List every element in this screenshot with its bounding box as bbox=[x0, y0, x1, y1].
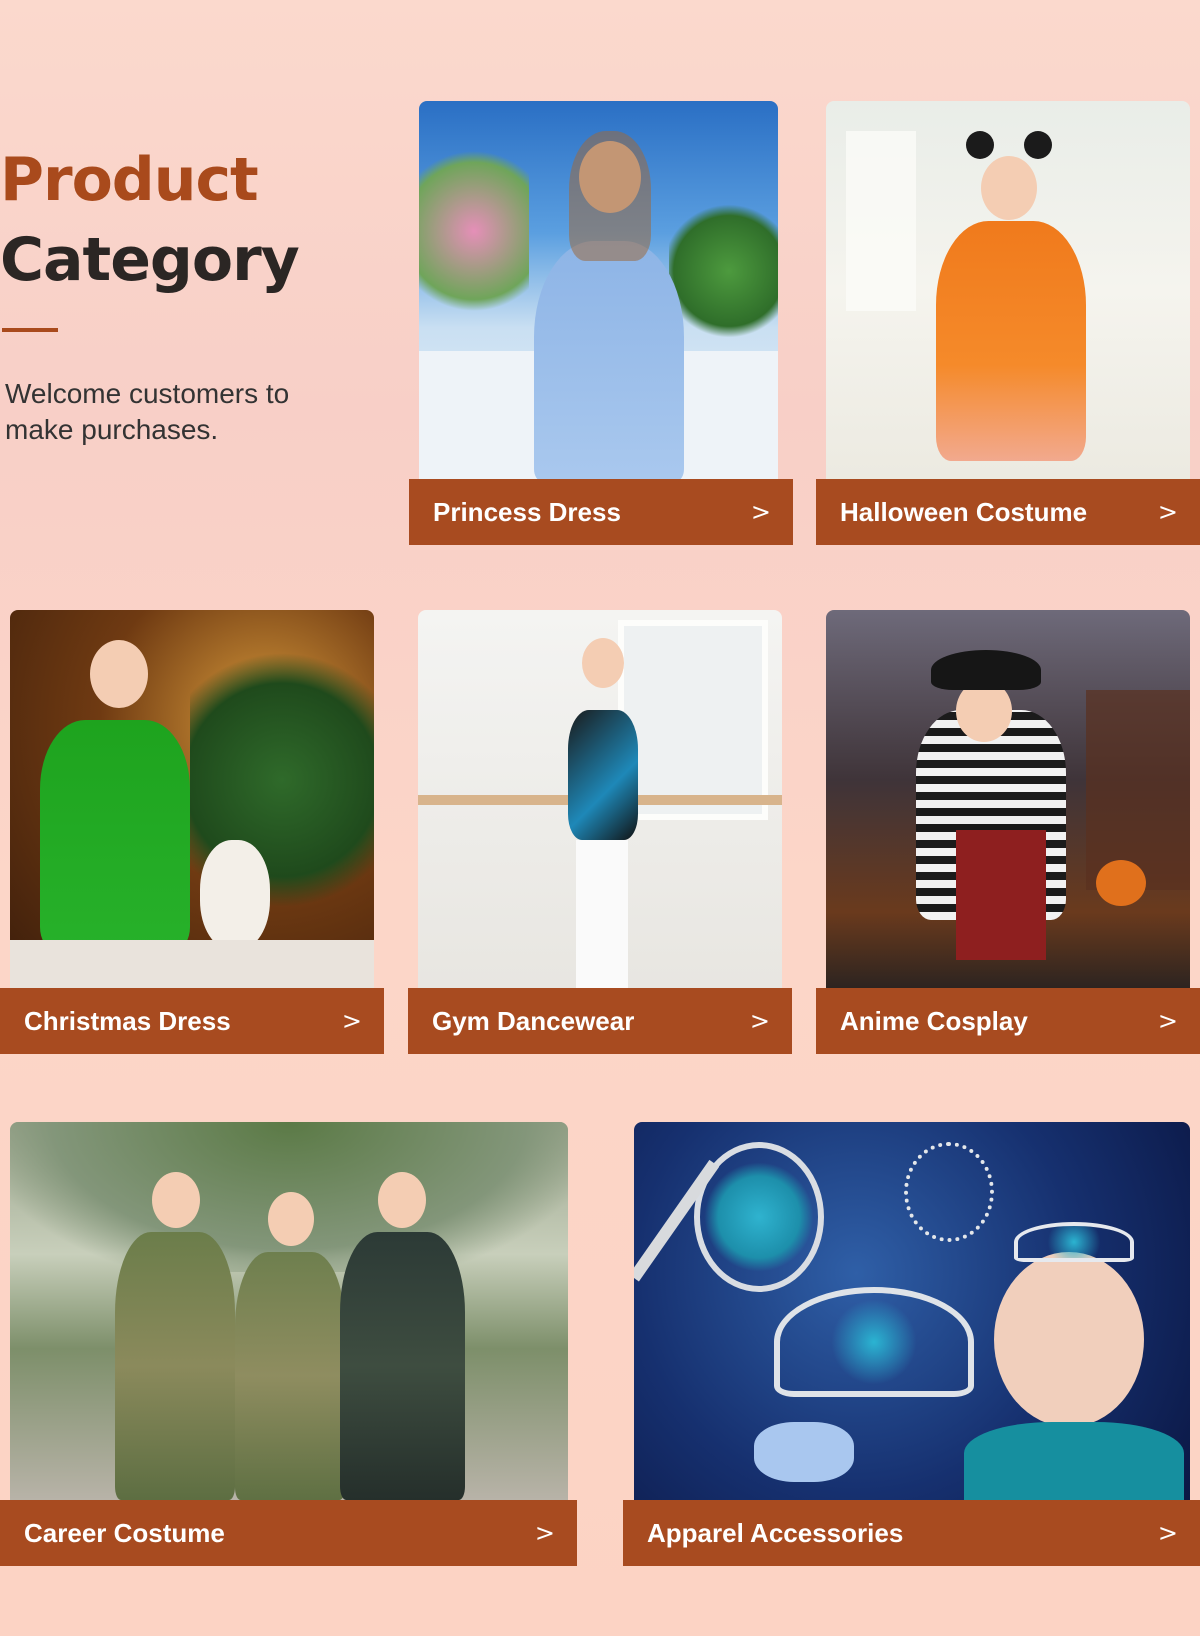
anime-cosplay-bar[interactable]: Anime Cosplay > bbox=[816, 988, 1200, 1054]
gym-dancewear-label: Gym Dancewear bbox=[432, 1005, 635, 1036]
halloween-costume-photo[interactable] bbox=[826, 101, 1190, 479]
chevron-right-icon: > bbox=[534, 1519, 555, 1547]
welcome-subtitle: Welcome customers to make purchases. bbox=[5, 378, 290, 445]
title-category: Category bbox=[0, 225, 300, 295]
category-heading: Product Category Welcome customers to ma… bbox=[0, 140, 380, 448]
gym-dancewear-photo[interactable] bbox=[418, 610, 782, 988]
gym-dancewear-bar[interactable]: Gym Dancewear > bbox=[408, 988, 792, 1054]
title-underline bbox=[2, 328, 58, 332]
chevron-right-icon: > bbox=[341, 1007, 362, 1035]
chevron-right-icon: > bbox=[1157, 1007, 1178, 1035]
anime-cosplay-photo[interactable] bbox=[826, 610, 1190, 988]
christmas-dress-label: Christmas Dress bbox=[24, 1005, 231, 1036]
title-product: Product bbox=[0, 145, 259, 215]
career-costume-photo[interactable] bbox=[10, 1122, 568, 1500]
apparel-accessories-photo[interactable] bbox=[634, 1122, 1190, 1500]
chevron-right-icon: > bbox=[1157, 498, 1178, 526]
halloween-costume-bar[interactable]: Halloween Costume > bbox=[816, 479, 1200, 545]
apparel-accessories-label: Apparel Accessories bbox=[647, 1517, 904, 1548]
apparel-accessories-bar[interactable]: Apparel Accessories > bbox=[623, 1500, 1200, 1566]
princess-dress-bar[interactable]: Princess Dress > bbox=[409, 479, 793, 545]
chevron-right-icon: > bbox=[749, 1007, 770, 1035]
career-costume-bar[interactable]: Career Costume > bbox=[0, 1500, 577, 1566]
career-costume-label: Career Costume bbox=[24, 1517, 225, 1548]
princess-dress-label: Princess Dress bbox=[433, 496, 621, 527]
christmas-dress-photo[interactable] bbox=[10, 610, 374, 988]
chevron-right-icon: > bbox=[750, 498, 771, 526]
anime-cosplay-label: Anime Cosplay bbox=[840, 1005, 1028, 1036]
christmas-dress-bar[interactable]: Christmas Dress > bbox=[0, 988, 384, 1054]
halloween-costume-label: Halloween Costume bbox=[840, 496, 1088, 527]
princess-dress-photo[interactable] bbox=[419, 101, 778, 479]
chevron-right-icon: > bbox=[1157, 1519, 1178, 1547]
